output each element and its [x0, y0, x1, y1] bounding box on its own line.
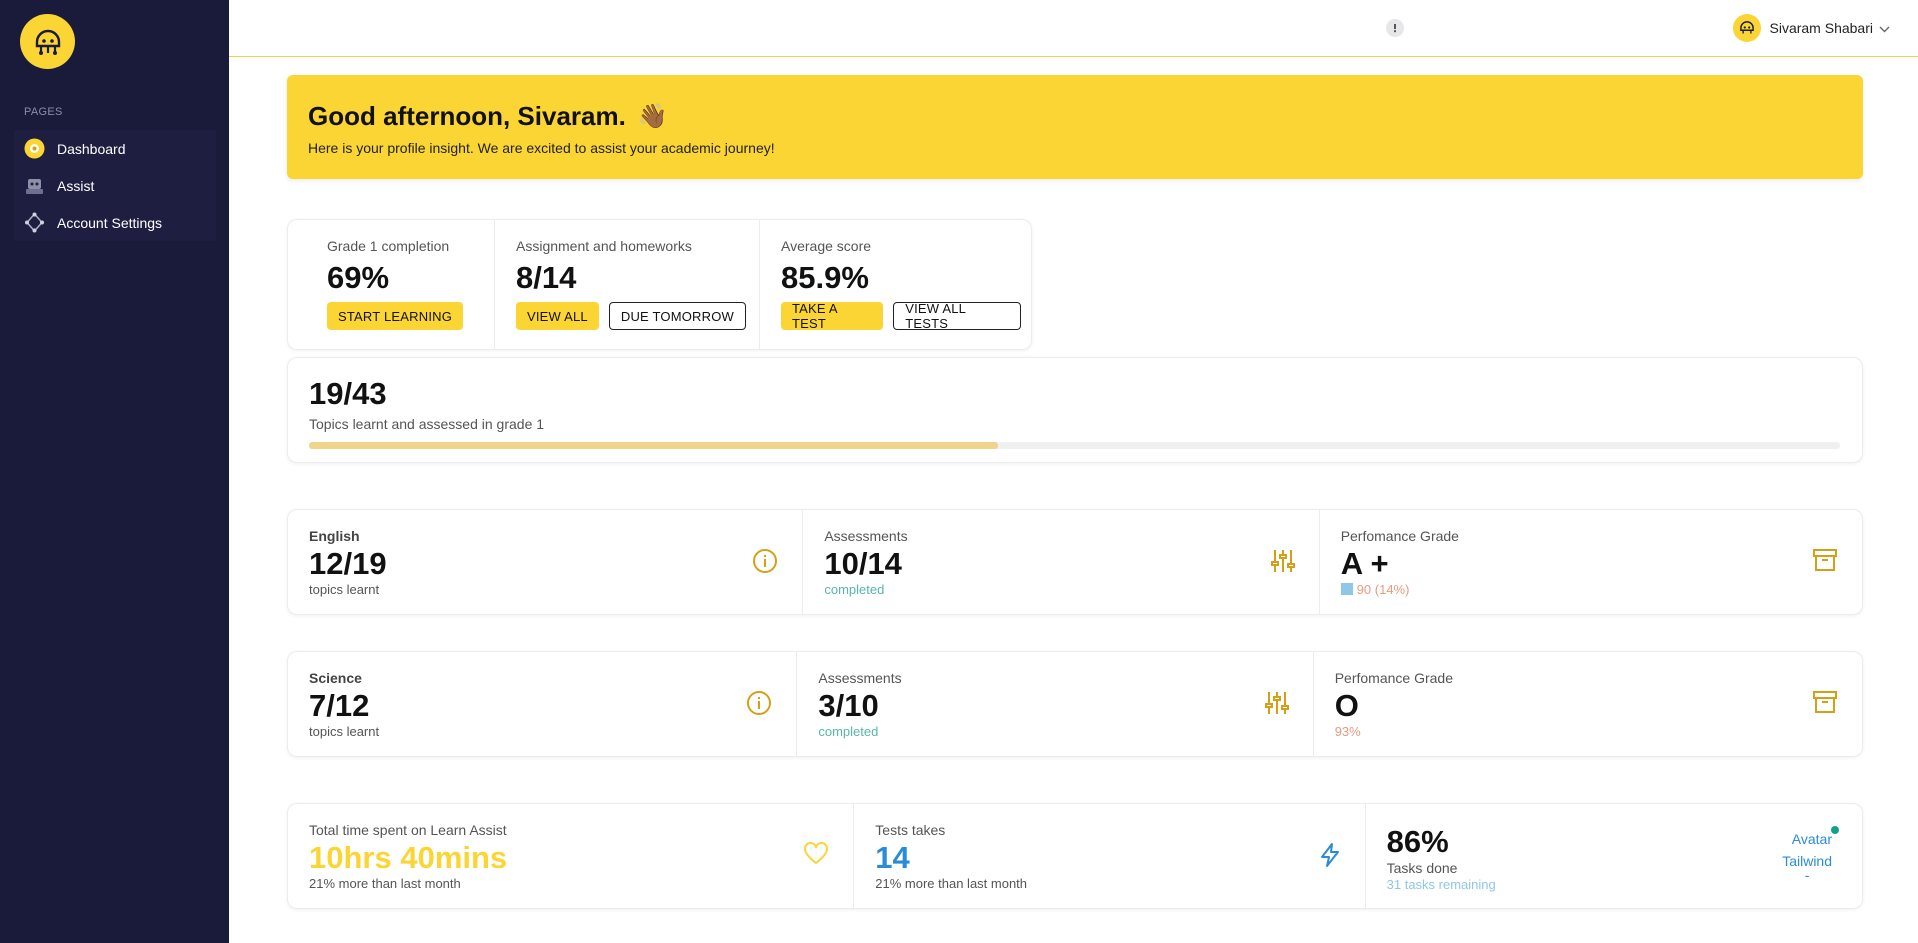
chevron-down-icon	[1879, 20, 1890, 36]
greeting-banner: Good afternoon, Sivaram. 👋🏾 Here is your…	[287, 75, 1863, 179]
stats-card: Grade 1 completion 69% START LEARNING As…	[287, 219, 1032, 350]
network-icon	[24, 212, 45, 233]
english-assess-value: 10/14	[824, 546, 902, 581]
heart-icon[interactable]	[803, 842, 829, 871]
sidebar-item-account-settings[interactable]: Account Settings	[14, 204, 216, 241]
activity-card: Total time spent on Learn Assist 10hrs 4…	[287, 803, 1863, 909]
grade-label: Perfomance Grade	[1334, 670, 1453, 686]
time-label: Total time spent on Learn Assist	[309, 822, 507, 838]
user-name: Sivaram Shabari	[1769, 20, 1874, 36]
tasks-value: 86%	[1386, 824, 1449, 859]
time-value: 10hrs 40mins	[309, 840, 508, 875]
greeting-subtitle: Here is your profile insight. We are exc…	[308, 140, 775, 156]
sidebar-item-label: Account Settings	[57, 214, 163, 231]
sidebar-item-dashboard[interactable]: Dashboard	[14, 130, 216, 167]
robot-logo-icon	[35, 29, 60, 55]
dashboard-icon	[24, 138, 45, 159]
science-assess-value: 3/10	[818, 688, 879, 723]
tasks-cell: 86% Tasks done 31 tasks remaining Avatar…	[1366, 804, 1862, 908]
score-stat: Average score 85.9% TAKE A TEST VIEW ALL…	[760, 220, 1031, 349]
sidebar: PAGES Dashboard Assist Account Settings	[0, 0, 229, 943]
tests-sub: 21% more than last month	[875, 876, 1028, 892]
english-grade-cell: Perfomance Grade A + 90 (14%)	[1320, 510, 1862, 614]
avatar-link-text: Avatar	[1791, 831, 1833, 847]
science-topics-sub: topics learnt	[309, 724, 380, 740]
english-assess-cell: Assessments 10/14 completed	[803, 510, 1320, 614]
due-tomorrow-button[interactable]: DUE TOMORROW	[608, 302, 747, 330]
assessments-label: Assessments	[824, 528, 908, 544]
info-icon[interactable]	[752, 548, 778, 579]
tasks-sub: 31 tasks remaining	[1386, 877, 1496, 893]
time-spent-cell: Total time spent on Learn Assist 10hrs 4…	[288, 804, 855, 908]
science-grade-value: O	[1334, 688, 1359, 723]
science-grade-cell: Perfomance Grade O 93%	[1314, 652, 1862, 756]
completion-label: Grade 1 completion	[327, 238, 450, 254]
science-grade-sub: 93%	[1334, 724, 1361, 740]
greeting-title: Good afternoon, Sivaram. 👋🏾	[308, 101, 1842, 132]
science-topics-cell: Science 7/12 topics learnt	[288, 652, 798, 756]
start-learning-button[interactable]: START LEARNING	[327, 302, 464, 330]
tasks-label: Tasks done	[1386, 860, 1458, 877]
sidebar-item-label: Dashboard	[57, 140, 126, 157]
english-topics-sub: topics learnt	[309, 582, 380, 598]
assessments-label: Assessments	[818, 670, 902, 686]
sliders-icon[interactable]	[1270, 548, 1295, 579]
sidebar-section-label: PAGES	[24, 106, 63, 118]
topics-progress-fill	[309, 442, 998, 449]
archive-icon[interactable]	[1812, 690, 1838, 719]
dash-link[interactable]: -	[1782, 868, 1832, 882]
view-all-button[interactable]: VIEW ALL	[516, 302, 599, 330]
sidebar-item-label: Assist	[57, 177, 95, 194]
score-value: 85.9%	[781, 260, 869, 295]
subject-label: English	[309, 528, 360, 544]
completion-stat: Grade 1 completion 69% START LEARNING	[288, 220, 495, 349]
sidebar-nav: Dashboard Assist Account Settings	[14, 130, 216, 241]
info-icon[interactable]	[746, 690, 772, 721]
english-grade-sub-text: 90 (14%)	[1356, 582, 1410, 598]
completion-value: 69%	[327, 260, 390, 295]
science-card: Science 7/12 topics learnt Assessments 3…	[287, 651, 1863, 757]
english-topics-cell: English 12/19 topics learnt	[288, 510, 804, 614]
topics-progress-card: 19/43 Topics learnt and assessed in grad…	[287, 357, 1863, 463]
trend-icon	[1340, 583, 1353, 596]
view-all-tests-button[interactable]: VIEW ALL TESTS	[893, 301, 1021, 331]
side-links: Avatar Tailwind -	[1782, 826, 1840, 882]
archive-icon[interactable]	[1812, 548, 1838, 577]
take-test-button[interactable]: TAKE A TEST	[781, 301, 884, 331]
robot-icon	[24, 175, 45, 196]
topbar: Sivaram Shabari	[229, 0, 1918, 57]
sidebar-item-assist[interactable]: Assist	[14, 167, 216, 204]
status-dot	[1831, 826, 1840, 834]
assignments-stat: Assignment and homeworks 8/14 VIEW ALL D…	[495, 220, 760, 349]
tests-label: Tests takes	[875, 822, 946, 838]
notification-alert-icon[interactable]	[1386, 19, 1404, 37]
assignments-value: 8/14	[516, 260, 577, 295]
app-logo[interactable]	[20, 14, 75, 69]
wave-icon: 👋🏾	[637, 103, 668, 130]
sliders-icon[interactable]	[1264, 690, 1289, 721]
science-assess-sub: completed	[818, 724, 879, 740]
user-menu[interactable]: Sivaram Shabari	[1732, 14, 1891, 42]
english-grade-sub: 90 (14%)	[1340, 582, 1841, 598]
science-assess-cell: Assessments 3/10 completed	[797, 652, 1314, 756]
english-topics-value: 12/19	[309, 546, 387, 581]
science-topics-value: 7/12	[309, 688, 370, 723]
lightning-icon[interactable]	[1319, 842, 1341, 873]
subject-label: Science	[309, 670, 362, 686]
topics-progress-bar	[309, 442, 1840, 449]
topics-label: Topics learnt and assessed in grade 1	[309, 416, 545, 432]
assignments-label: Assignment and homeworks	[516, 238, 692, 254]
greeting-text: Good afternoon, Sivaram.	[308, 101, 626, 131]
tests-value: 14	[875, 840, 910, 875]
avatar	[1732, 14, 1761, 42]
tests-cell: Tests takes 14 21% more than last month	[854, 804, 1366, 908]
avatar-link[interactable]: Avatar	[1782, 826, 1840, 850]
time-sub: 21% more than last month	[309, 876, 461, 892]
english-assess-sub: completed	[824, 582, 885, 598]
grade-label: Perfomance Grade	[1340, 528, 1459, 544]
english-card: English 12/19 topics learnt Assessments …	[287, 509, 1863, 615]
score-label: Average score	[781, 238, 872, 254]
topics-value: 19/43	[309, 376, 387, 411]
english-grade-value: A +	[1340, 546, 1389, 581]
